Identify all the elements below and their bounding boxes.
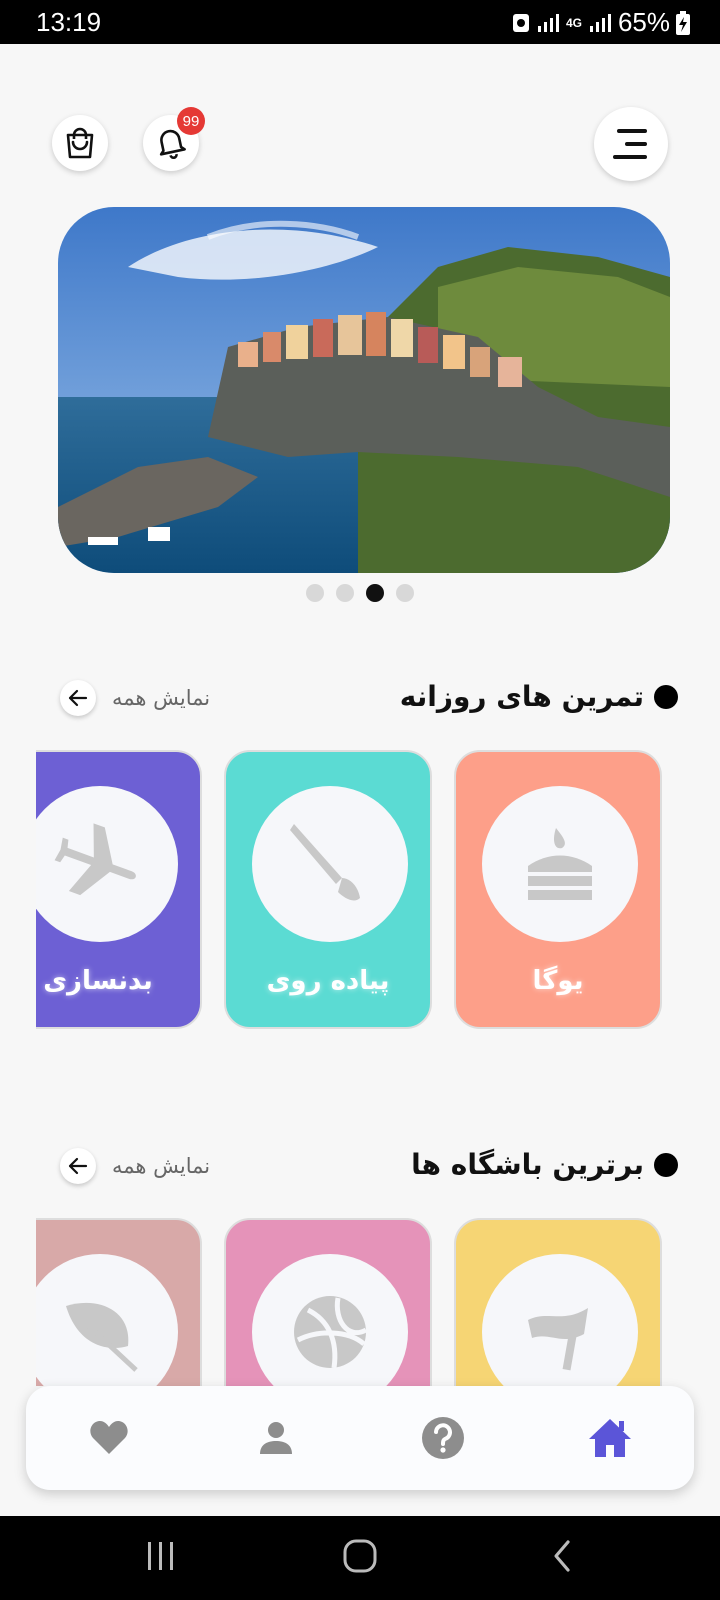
top-clubs-see-all[interactable]: نمایش همه: [60, 1148, 210, 1184]
menu-icon: [613, 129, 647, 159]
menu-button[interactable]: [594, 107, 668, 181]
daily-exercises-header: تمرین های روزانه: [400, 680, 678, 713]
daily-exercises-see-all[interactable]: نمایش همه: [60, 680, 210, 716]
status-bar: 13:19 4G 65%: [0, 0, 720, 44]
home-icon: [589, 1419, 631, 1457]
nav-profile[interactable]: [250, 1412, 302, 1464]
arrow-left-icon[interactable]: [60, 680, 96, 716]
carousel-indicator: [306, 584, 414, 602]
nav-favorites[interactable]: [83, 1412, 135, 1464]
profile-icon: [260, 1422, 292, 1454]
see-all-label[interactable]: نمایش همه: [112, 686, 210, 710]
flag-icon: [482, 1254, 638, 1386]
arrow-left-icon[interactable]: [60, 1148, 96, 1184]
paint-brush-icon: [252, 786, 408, 942]
cake-icon: [482, 786, 638, 942]
home-system-icon[interactable]: [342, 1538, 378, 1574]
card-label: پیاده روی: [266, 966, 390, 996]
exercise-card-walking[interactable]: پیاده روی: [224, 750, 432, 1029]
daily-exercises-list: یوگا پیاده روی بدنسازی: [36, 750, 720, 1030]
network-type: 4G: [565, 15, 582, 30]
status-time: 13:19: [36, 7, 102, 37]
recycle-icon: [512, 13, 529, 32]
carousel-dot[interactable]: [306, 584, 324, 602]
notifications-button[interactable]: 99: [143, 107, 205, 171]
favorites-icon: [90, 1421, 128, 1454]
see-all-label[interactable]: نمایش همه: [112, 1154, 210, 1178]
battery-charging-icon: [676, 10, 690, 35]
club-card[interactable]: [454, 1218, 662, 1386]
top-clubs-title: برترین باشگاه ها: [411, 1148, 644, 1181]
bottom-navigation: [26, 1386, 694, 1490]
exercise-card-yoga[interactable]: یوگا: [454, 750, 662, 1029]
carousel-dot[interactable]: [396, 584, 414, 602]
section-bullet: [654, 1152, 678, 1177]
carousel-dot-active[interactable]: [366, 584, 384, 602]
exercise-card-bodybuilding[interactable]: بدنسازی: [36, 750, 202, 1029]
nav-help[interactable]: [417, 1412, 469, 1464]
top-clubs-header: برترین باشگاه ها: [411, 1148, 678, 1181]
back-icon[interactable]: [550, 1538, 574, 1574]
battery-percent: 65%: [617, 7, 670, 37]
card-label: بدنسازی: [43, 966, 153, 996]
carousel-dot[interactable]: [336, 584, 354, 602]
airplane-icon: [36, 786, 178, 942]
club-card[interactable]: [224, 1218, 432, 1386]
nav-home[interactable]: [584, 1412, 636, 1464]
section-bullet: [654, 684, 678, 709]
shopping-bag-button[interactable]: [52, 115, 108, 171]
system-navigation-bar: [0, 1516, 720, 1600]
club-card[interactable]: [36, 1218, 202, 1386]
signal-icon-2: [589, 13, 611, 32]
recent-apps-icon[interactable]: [146, 1538, 176, 1574]
top-clubs-list: [36, 1218, 720, 1386]
help-icon: [422, 1417, 464, 1459]
daily-exercises-title: تمرین های روزانه: [399, 680, 644, 713]
shopping-bag-icon: [66, 127, 94, 159]
volleyball-icon: [252, 1254, 408, 1386]
banner-carousel[interactable]: [58, 207, 670, 573]
leaf-icon: [36, 1254, 178, 1386]
status-icons: 4G 65%: [512, 7, 690, 38]
signal-icon: [537, 13, 559, 32]
banner-image: [58, 207, 670, 573]
notification-badge: 99: [177, 107, 205, 135]
card-label: یوگا: [532, 966, 584, 996]
